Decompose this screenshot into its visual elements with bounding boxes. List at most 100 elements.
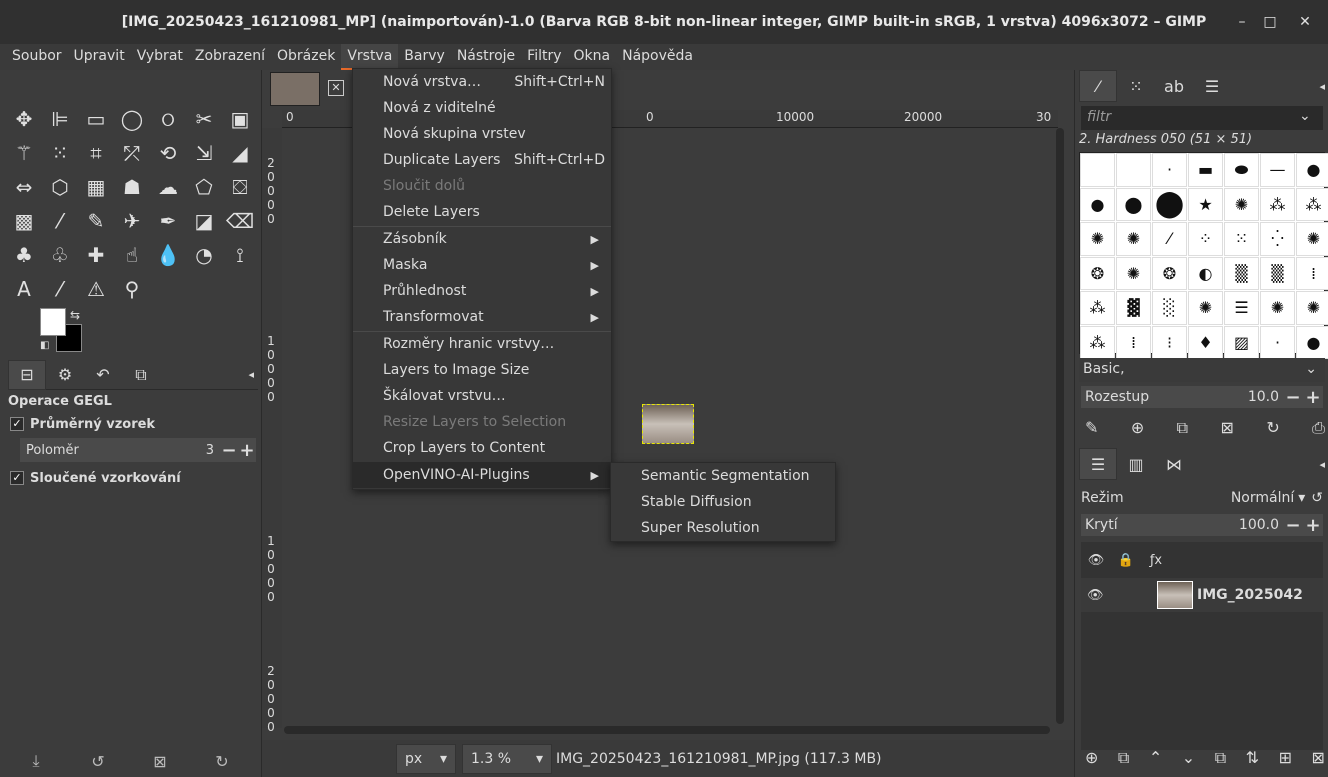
brush-item[interactable]: ● <box>1296 153 1328 187</box>
smudge-warp-icon[interactable]: ☁ <box>150 170 186 204</box>
zoom-icon[interactable]: ⚲ <box>114 272 150 306</box>
brush-item[interactable]: ✺ <box>1260 291 1295 325</box>
raise-layer-icon[interactable]: ⌃ <box>1149 748 1162 768</box>
spacing-plus-button[interactable]: + <box>1303 387 1323 408</box>
chevron-down-icon[interactable]: ▾ <box>1298 490 1305 506</box>
brush-item[interactable]: ⬤ <box>1152 187 1187 221</box>
color-picker-icon[interactable]: ⁄ <box>42 272 78 306</box>
radius-minus-button[interactable]: − <box>220 440 238 461</box>
save-options-icon[interactable]: ⤓ <box>20 751 52 771</box>
delete-brush-icon[interactable]: ⊠ <box>1221 418 1234 438</box>
menu-item-layer-boundary-size[interactable]: Rozměry hranic vrstvy… <box>353 331 611 357</box>
menu-item-super-resolution[interactable]: Super Resolution <box>611 515 835 541</box>
menu-nastroje[interactable]: Nástroje <box>451 44 521 70</box>
brush-item[interactable]: ✺ <box>1296 291 1328 325</box>
duplicate-brush-icon[interactable]: ⧉ <box>1177 418 1188 438</box>
horizontal-scrollbar[interactable] <box>284 726 1050 734</box>
new-layer-group-icon[interactable]: ⧉ <box>1118 748 1129 768</box>
rotate-icon[interactable]: ⟲ <box>150 136 186 170</box>
tab-paths[interactable]: ⋈ <box>1155 448 1193 480</box>
menu-item-stack[interactable]: Zásobník ▶ <box>353 226 611 252</box>
foreground-select-icon[interactable]: ▣ <box>222 102 258 136</box>
brush-item[interactable]: ✺ <box>1188 291 1223 325</box>
tab-menu-icon[interactable]: ◂ <box>248 368 254 381</box>
vertical-scrollbar[interactable] <box>1056 128 1064 724</box>
flip-icon[interactable]: ⇔ <box>6 170 42 204</box>
new-brush-icon[interactable]: ⊕ <box>1131 418 1144 438</box>
brush-item[interactable]: ▬ <box>1188 153 1223 187</box>
menu-filtry[interactable]: Filtry <box>521 44 567 70</box>
layer-opacity-slider[interactable]: Krytí 100.0 − + <box>1081 514 1323 536</box>
cage-icon[interactable]: ⬠ <box>186 170 222 204</box>
menu-okna[interactable]: Okna <box>568 44 617 70</box>
heal-icon[interactable]: ✚ <box>78 238 114 272</box>
lower-layer-icon[interactable]: ⌄ <box>1182 748 1195 768</box>
mode-value[interactable]: Normální <box>1231 490 1294 506</box>
menu-item-duplicate-layers[interactable]: Duplicate Layers Shift+Ctrl+D <box>353 147 611 173</box>
brush-item[interactable]: ⁞ <box>1296 256 1328 290</box>
merge-layer-icon[interactable]: ⊞ <box>1279 748 1292 768</box>
tab-menu-icon[interactable]: ◂ <box>1319 458 1325 471</box>
brush-item[interactable]: ♦ <box>1188 325 1223 359</box>
tab-tool-options[interactable]: ⊟ <box>8 359 46 390</box>
perspective-icon[interactable]: ⬡ <box>42 170 78 204</box>
delete-options-icon[interactable]: ⊠ <box>144 752 176 771</box>
brush-item[interactable]: ⁛ <box>1260 222 1295 256</box>
menu-zobrazeni[interactable]: Zobrazení <box>189 44 271 70</box>
transform-icon[interactable]: ⤱ <box>114 136 150 170</box>
close-button[interactable]: ✕ <box>1295 12 1315 32</box>
open-brush-icon[interactable]: ⎙ <box>1312 418 1325 438</box>
reset-colors-icon[interactable]: ◧ <box>40 340 49 351</box>
brush-item[interactable]: ⬤ <box>1116 187 1151 221</box>
scale-icon[interactable]: ⇲ <box>186 136 222 170</box>
airbrush-icon[interactable]: ✈ <box>114 204 150 238</box>
restore-options-icon[interactable]: ↺ <box>82 752 114 771</box>
move-tool-icon[interactable]: ✥ <box>6 102 42 136</box>
menu-vrstva[interactable]: Vrstva <box>341 44 399 70</box>
image-thumbnail-on-canvas[interactable] <box>642 404 694 444</box>
blur-icon[interactable]: 💧 <box>150 238 186 272</box>
menu-item-new-layer-group[interactable]: Nová skupina vrstev <box>353 121 611 147</box>
refresh-brushes-icon[interactable]: ↻ <box>1266 418 1279 438</box>
close-image-tab-icon[interactable]: ✕ <box>328 80 344 96</box>
ink-icon[interactable]: ✒ <box>150 204 186 238</box>
warp-icon[interactable]: ☗ <box>114 170 150 204</box>
duplicate-layer-icon[interactable]: ⧉ <box>1215 748 1226 768</box>
tab-fonts[interactable]: ab <box>1155 70 1193 102</box>
brush-item[interactable]: ⁘ <box>1188 222 1223 256</box>
edit-brush-icon[interactable]: ✎ <box>1085 418 1098 438</box>
gradient-icon[interactable]: ▩ <box>6 204 42 238</box>
menu-item-transparency[interactable]: Průhlednost ▶ <box>353 278 611 304</box>
menu-item-scale-layer[interactable]: Škálovat vrstvu… <box>353 383 611 409</box>
brush-item[interactable]: ▒ <box>1224 256 1259 290</box>
brush-item[interactable]: ▨ <box>1224 325 1259 359</box>
lasso-icon[interactable]: ଠ <box>150 102 186 136</box>
mypaint-brush-icon[interactable]: ◪ <box>186 204 222 238</box>
menu-soubor[interactable]: Soubor <box>0 44 68 70</box>
average-sample-checkbox[interactable]: ✓ Průměrný vzorek <box>10 414 250 434</box>
dodge-icon[interactable]: ◔ <box>186 238 222 272</box>
text-tool-icon[interactable]: A <box>6 272 42 306</box>
menu-item-crop-to-content[interactable]: Crop Layers to Content <box>353 435 611 461</box>
radius-plus-button[interactable]: + <box>238 440 256 461</box>
image-tab-thumbnail[interactable] <box>270 72 320 106</box>
brush-item[interactable]: ░ <box>1152 291 1187 325</box>
menu-napoveda[interactable]: Nápověda <box>616 44 699 70</box>
unit-selector[interactable]: px ▾ <box>396 743 456 774</box>
brush-item[interactable]: ▓ <box>1116 291 1151 325</box>
minimize-button[interactable]: – <box>1232 12 1252 32</box>
ellipse-select-icon[interactable]: ◯ <box>114 102 150 136</box>
tab-menu-icon[interactable]: ◂ <box>1319 80 1325 93</box>
layer-visibility-icon[interactable]: 👁 <box>1087 588 1104 603</box>
shear-icon[interactable]: ◢ <box>222 136 258 170</box>
brush-item[interactable]: ▒ <box>1260 256 1295 290</box>
brush-item[interactable]: ☰ <box>1224 291 1259 325</box>
brush-item[interactable]: ⁂ <box>1080 325 1115 359</box>
brush-spacing-slider[interactable]: Rozestup 10.0 − + <box>1081 386 1323 408</box>
brush-item[interactable]: · <box>1260 325 1295 359</box>
brush-item[interactable] <box>1116 153 1151 187</box>
tab-images[interactable]: ⧉ <box>122 360 160 390</box>
chevron-down-icon[interactable]: ⌄ <box>1299 108 1311 124</box>
menu-item-semantic-segmentation[interactable]: Semantic Segmentation <box>611 463 835 489</box>
swap-colors-icon[interactable]: ⇆ <box>70 308 80 322</box>
